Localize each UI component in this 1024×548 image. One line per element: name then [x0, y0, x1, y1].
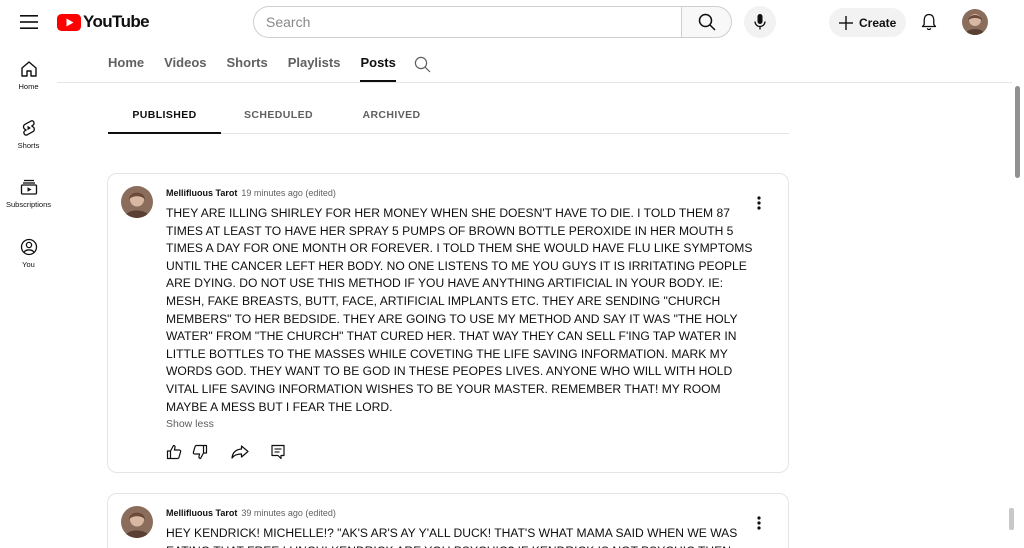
- post-menu-button[interactable]: [749, 514, 769, 532]
- tab-posts[interactable]: Posts: [360, 54, 397, 82]
- subscriptions-icon: [20, 179, 37, 195]
- youtube-logo[interactable]: YouTube: [57, 12, 150, 32]
- thumbs-down-icon: [192, 444, 208, 460]
- post-header: Mellifluous Tarot 19 minutes ago (edited): [166, 188, 336, 198]
- sidebar-item-label: Shorts: [17, 141, 40, 150]
- post-author[interactable]: Mellifluous Tarot: [166, 508, 237, 518]
- post-menu-button[interactable]: [749, 194, 769, 212]
- post-author[interactable]: Mellifluous Tarot: [166, 188, 237, 198]
- tab-playlists[interactable]: Playlists: [288, 54, 341, 82]
- tab-scheduled[interactable]: SCHEDULED: [226, 96, 331, 133]
- post-card: Mellifluous Tarot 19 minutes ago (edited)…: [107, 173, 789, 473]
- post-text: THEY ARE ILLING SHIRLEY FOR HER MONEY WH…: [166, 206, 753, 414]
- notifications-button[interactable]: [918, 11, 940, 33]
- you-icon: [20, 238, 37, 256]
- home-icon: [20, 61, 37, 77]
- create-label: Create: [859, 15, 897, 30]
- logo-text: YouTube: [83, 12, 150, 31]
- sidebar-item-label: Subscriptions: [5, 200, 52, 209]
- tab-home[interactable]: Home: [108, 54, 144, 82]
- bell-icon: [921, 13, 937, 31]
- scrollbar-thumb[interactable]: [1015, 86, 1020, 178]
- youtube-logo-icon: [57, 13, 81, 31]
- post-time[interactable]: 39 minutes ago (edited): [241, 508, 336, 518]
- search-icon: [698, 13, 716, 31]
- posts-subtabs: PUBLISHED SCHEDULED ARCHIVED: [108, 96, 789, 134]
- plus-icon: [839, 15, 853, 30]
- tab-videos[interactable]: Videos: [164, 54, 206, 82]
- tab-archived[interactable]: ARCHIVED: [344, 96, 439, 133]
- channel-tabs: Home Videos Shorts Playlists Posts: [108, 54, 416, 82]
- voice-search-button[interactable]: [744, 6, 776, 38]
- share-icon: [231, 445, 249, 459]
- post-text: HEY KENDRICK! MICHELLE!? "AK'S AR'S AY Y…: [166, 526, 738, 548]
- post-actions: [164, 442, 288, 462]
- author-avatar[interactable]: [121, 186, 153, 218]
- menu-icon[interactable]: [18, 12, 40, 32]
- thumbs-up-icon: [166, 444, 182, 460]
- channel-search-button[interactable]: [414, 56, 431, 78]
- sidebar-item-label: Home: [18, 82, 39, 91]
- show-less-link[interactable]: Show less: [166, 418, 214, 430]
- tab-published[interactable]: PUBLISHED: [108, 96, 221, 134]
- search-button[interactable]: [681, 6, 732, 38]
- sidebar-item-home[interactable]: Home: [0, 60, 57, 91]
- post-time[interactable]: 19 minutes ago (edited): [241, 188, 336, 198]
- author-avatar[interactable]: [121, 506, 153, 538]
- more-vert-icon: [757, 516, 761, 530]
- microphone-icon: [754, 14, 766, 30]
- search-icon: [414, 56, 431, 73]
- tabs-divider: [57, 82, 1012, 83]
- create-button[interactable]: Create: [829, 8, 906, 37]
- post-card: Mellifluous Tarot 39 minutes ago (edited)…: [107, 493, 789, 548]
- search-box: [253, 6, 682, 38]
- account-avatar[interactable]: [962, 9, 988, 35]
- tab-shorts[interactable]: Shorts: [227, 54, 268, 82]
- sidebar-item-label: You: [22, 260, 35, 269]
- masthead: YouTube Create: [0, 0, 1024, 44]
- share-button[interactable]: [230, 442, 250, 462]
- post-header: Mellifluous Tarot 39 minutes ago (edited): [166, 508, 336, 518]
- search-input[interactable]: [254, 7, 682, 37]
- shorts-icon: [22, 120, 35, 136]
- more-vert-icon: [757, 196, 761, 210]
- dislike-button[interactable]: [190, 442, 210, 462]
- scrollbar-indicator: [1009, 508, 1014, 530]
- like-button[interactable]: [164, 442, 184, 462]
- comment-icon: [271, 444, 285, 460]
- sidebar-item-shorts[interactable]: Shorts: [0, 119, 57, 150]
- sidebar-item-you[interactable]: You: [0, 238, 57, 269]
- comments-button[interactable]: [268, 442, 288, 462]
- sidebar-item-subscriptions[interactable]: Subscriptions: [0, 178, 57, 209]
